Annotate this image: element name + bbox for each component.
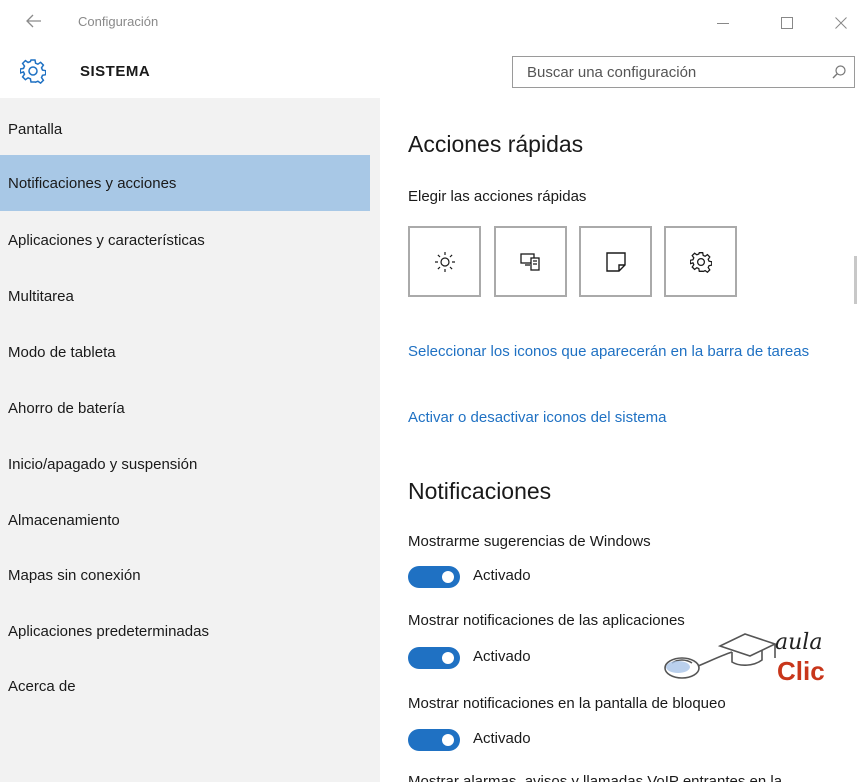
gear-icon [690, 252, 712, 273]
toggle-knob [442, 652, 454, 664]
toggle-knob [442, 734, 454, 746]
sidebar: Pantalla Notificaciones y acciones Aplic… [0, 98, 380, 782]
maximize-icon [781, 17, 793, 29]
sidebar-item-label: Ahorro de batería [8, 399, 125, 417]
sidebar-item-label: Aplicaciones predeterminadas [8, 622, 209, 640]
minimize-icon [717, 23, 729, 24]
mouse-graduation-cap-icon [664, 633, 778, 679]
note-icon [606, 252, 626, 272]
back-arrow-icon[interactable] [22, 10, 46, 34]
sidebar-item-bateria[interactable]: Ahorro de batería [0, 380, 378, 436]
sidebar-item-label: Inicio/apagado y suspensión [8, 455, 198, 473]
sidebar-item-multitarea[interactable]: Multitarea [0, 268, 378, 324]
sidebar-item-label: Multitarea [8, 287, 74, 305]
sidebar-item-label: Acerca de [8, 677, 76, 695]
sidebar-item-label: Mapas sin conexión [8, 566, 141, 584]
sidebar-item-inicio-apagado[interactable]: Inicio/apagado y suspensión [0, 436, 378, 492]
setting-label-partial: Mostrar alarmas, avisos y llamadas VoIP … [408, 773, 783, 782]
watermark-clic-text: Clic [777, 656, 825, 686]
sidebar-item-almacenamiento[interactable]: Almacenamiento [0, 492, 378, 548]
notifications-heading: Notificaciones [408, 478, 552, 504]
quick-actions-heading: Acciones rápidas [408, 131, 584, 157]
sidebar-item-aplicaciones[interactable]: Aplicaciones y características [0, 212, 378, 268]
quick-action-tile-project[interactable] [494, 226, 567, 297]
sidebar-item-label: Almacenamiento [8, 511, 120, 529]
close-button[interactable] [818, 8, 861, 38]
quick-action-tile-note[interactable] [579, 226, 652, 297]
toggle-state-label: Activado [473, 567, 531, 584]
search-icon[interactable] [832, 65, 846, 79]
close-icon [835, 17, 847, 29]
sidebar-item-predeterminadas[interactable]: Aplicaciones predeterminadas [0, 603, 378, 659]
system-icons-link[interactable]: Activar o desactivar iconos del sistema [408, 407, 828, 429]
toggle-state-label: Activado [473, 648, 531, 665]
quick-action-tile-brightness[interactable] [408, 226, 481, 297]
sidebar-item-notificaciones[interactable]: Notificaciones y acciones [0, 155, 370, 211]
section-title: SISTEMA [80, 63, 151, 80]
sidebar-item-label: Aplicaciones y características [8, 231, 205, 249]
sidebar-item-acerca[interactable]: Acerca de [0, 658, 378, 714]
scrollbar[interactable] [854, 256, 857, 304]
sidebar-item-mapas[interactable]: Mapas sin conexión [0, 547, 378, 603]
minimize-button[interactable] [700, 8, 746, 38]
search-box[interactable] [512, 56, 855, 88]
toggle-switch[interactable] [408, 566, 460, 588]
setting-label: Mostrar notificaciones en la pantalla de… [408, 695, 726, 712]
title-bar: Configuración [0, 0, 861, 46]
brightness-icon [435, 252, 455, 272]
setting-label: Mostrarme sugerencias de Windows [408, 533, 651, 550]
sidebar-item-pantalla[interactable]: Pantalla [0, 101, 378, 157]
window-title: Configuración [78, 14, 159, 29]
toggle-switch[interactable] [408, 729, 460, 751]
quick-actions-subheading: Elegir las acciones rápidas [408, 188, 587, 205]
aulaclic-watermark: aula Clic [660, 630, 850, 692]
gear-icon [19, 58, 47, 85]
quick-action-tile-settings[interactable] [664, 226, 737, 297]
toggle-state-label: Activado [473, 730, 531, 747]
toggle-knob [442, 571, 454, 583]
sidebar-item-label: Pantalla [8, 120, 63, 138]
watermark-aula-text: aula [775, 630, 823, 655]
sidebar-item-label: Notificaciones y acciones [8, 174, 177, 192]
setting-label: Mostrar notificaciones de las aplicacion… [408, 612, 685, 629]
sidebar-item-label: Modo de tableta [8, 343, 116, 361]
maximize-button[interactable] [764, 8, 810, 38]
header: SISTEMA [0, 46, 861, 98]
sidebar-item-tableta[interactable]: Modo de tableta [0, 324, 378, 380]
taskbar-icons-link[interactable]: Seleccionar los iconos que aparecerán en… [408, 341, 828, 363]
toggle-switch[interactable] [408, 647, 460, 669]
project-display-icon [520, 253, 540, 271]
search-input[interactable] [513, 57, 813, 87]
